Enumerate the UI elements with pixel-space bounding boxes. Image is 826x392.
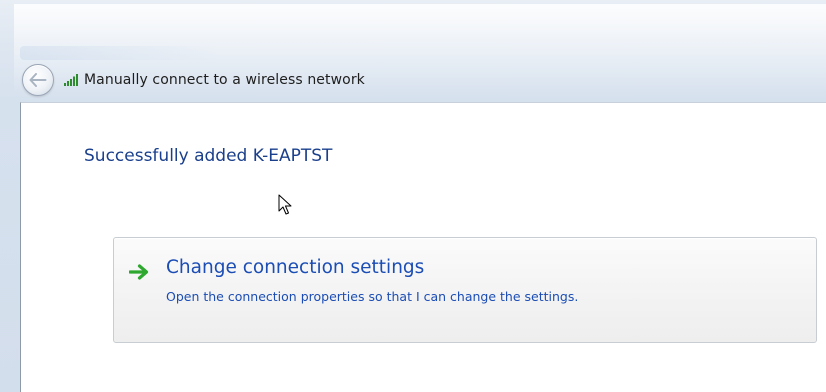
wizard-title-bar: Manually connect to a wireless network [20,60,820,100]
blurred-background-detail [20,46,220,60]
change-connection-settings-link[interactable]: Change connection settings Open the conn… [113,237,817,343]
window-title: Manually connect to a wireless network [84,72,365,88]
page-heading: Successfully added K-EAPTST [84,146,333,166]
command-link-description: Open the connection properties so that I… [166,289,579,304]
back-arrow-icon [29,73,47,87]
green-arrow-icon [128,264,151,284]
wizard-window: Manually connect to a wireless network S… [0,0,826,392]
wireless-signal-icon [64,74,78,86]
mouse-pointer-icon [278,194,292,220]
wizard-content-panel: Successfully added K-EAPTST Change conne… [20,102,826,392]
back-button[interactable] [22,64,54,96]
command-link-title: Change connection settings [166,257,425,278]
